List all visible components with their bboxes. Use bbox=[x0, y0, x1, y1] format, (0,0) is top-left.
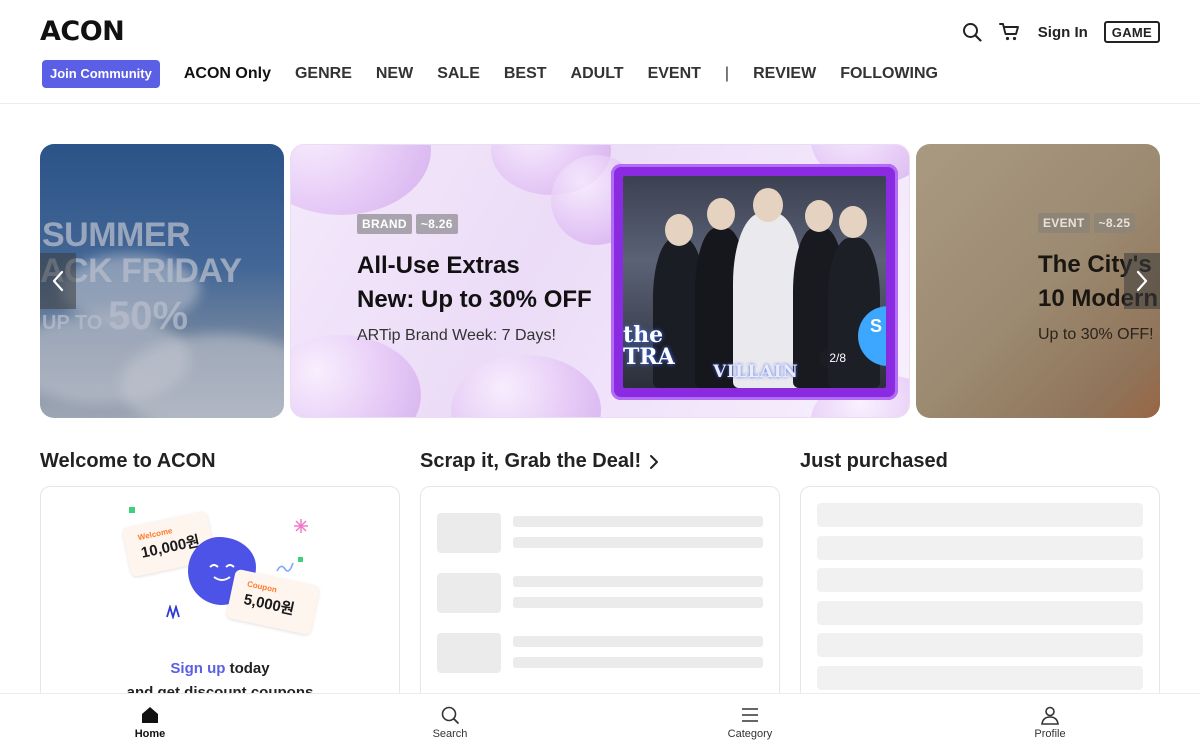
main-nav: Join Community ACON Only GENRE NEW SALE … bbox=[42, 60, 962, 88]
join-community-button[interactable]: Join Community bbox=[42, 60, 160, 88]
bottom-nav-search-label: Search bbox=[432, 728, 468, 740]
skeleton-row bbox=[437, 513, 763, 553]
skeleton-row bbox=[437, 573, 763, 613]
art-title: VILLAIN bbox=[713, 362, 799, 382]
loop-icon bbox=[276, 562, 294, 572]
nav-item-following[interactable]: FOLLOWING bbox=[840, 65, 938, 83]
skeleton-bar bbox=[817, 568, 1143, 592]
bottom-nav-home-label: Home bbox=[134, 728, 166, 740]
banner-next-tags: EVENT ~8.25 bbox=[1038, 213, 1136, 233]
cart-icon[interactable] bbox=[998, 20, 1022, 44]
bottom-nav-search[interactable]: Search bbox=[405, 704, 495, 740]
carousel-next-button[interactable] bbox=[1124, 253, 1160, 309]
skeleton-bar bbox=[817, 601, 1143, 625]
welcome-section-title: Welcome to ACON bbox=[40, 450, 216, 472]
acon-logo[interactable]: ACON bbox=[40, 17, 125, 47]
banner-slide-current[interactable]: BRAND ~8.26 All-Use Extras New: Up to 30… bbox=[290, 144, 910, 418]
confetti-green bbox=[129, 507, 135, 513]
bottom-nav-profile[interactable]: Profile bbox=[1005, 704, 1095, 740]
banner-tags: BRAND ~8.26 bbox=[357, 214, 458, 234]
bottom-nav-category-label: Category bbox=[727, 728, 773, 740]
bottom-nav-category[interactable]: Category bbox=[705, 704, 795, 740]
tag-brand: BRAND bbox=[357, 214, 412, 234]
menu-icon bbox=[742, 708, 758, 722]
sign-up-link[interactable]: Sign up bbox=[170, 660, 225, 677]
search-icon bbox=[441, 706, 459, 724]
user-icon bbox=[1041, 706, 1059, 725]
banner-subtitle: ARTip Brand Week: 7 Days! bbox=[357, 327, 556, 344]
search-icon[interactable] bbox=[960, 20, 984, 44]
header-actions: Sign In GAME bbox=[960, 18, 1160, 46]
tag-date: ~8.26 bbox=[415, 214, 458, 234]
skeleton-bar bbox=[817, 666, 1143, 690]
welcome-card[interactable]: Welcome 10,000원 Coupon 5,000원 Sign up to… bbox=[40, 486, 400, 716]
bottom-nav-profile-label: Profile bbox=[1034, 728, 1066, 740]
nav-separator: | bbox=[724, 65, 730, 82]
purchased-card bbox=[800, 486, 1160, 716]
chevron-right-icon bbox=[1136, 270, 1148, 292]
sign-in-link[interactable]: Sign In bbox=[1038, 24, 1088, 41]
sparkle-icon bbox=[294, 519, 308, 533]
nav-item-sale[interactable]: SALE bbox=[437, 65, 480, 83]
game-button[interactable]: GAME bbox=[1103, 21, 1160, 43]
banner-title: All-Use Extras New: Up to 30% OFF bbox=[357, 252, 592, 313]
nav-item-adult[interactable]: ADULT bbox=[571, 65, 624, 83]
nav-item-best[interactable]: BEST bbox=[504, 65, 547, 83]
skeleton-bar bbox=[817, 633, 1143, 657]
skeleton-row bbox=[437, 633, 763, 673]
bottom-nav-home[interactable]: Home bbox=[105, 704, 195, 740]
home-icon bbox=[142, 707, 158, 723]
bottom-nav: Home Search Category Profile bbox=[0, 693, 1200, 750]
nav-item-event[interactable]: EVENT bbox=[648, 65, 701, 83]
carousel-prev-button[interactable] bbox=[40, 253, 76, 309]
chevron-left-icon bbox=[52, 270, 64, 292]
slide-counter: 2/8 bbox=[819, 348, 856, 368]
nav-item-acon-only[interactable]: ACON Only bbox=[184, 65, 271, 83]
confetti-green-2 bbox=[298, 557, 303, 562]
tag-date-next: ~8.25 bbox=[1093, 213, 1136, 233]
site-header: ACON Sign In GAME Join Community ACON On… bbox=[0, 0, 1200, 104]
nav-item-review[interactable]: REVIEW bbox=[753, 65, 816, 83]
squiggle-icon bbox=[166, 605, 180, 619]
nav-item-genre[interactable]: GENRE bbox=[295, 65, 352, 83]
tag-event: EVENT bbox=[1038, 213, 1090, 233]
skeleton-bar bbox=[817, 536, 1143, 560]
scrap-card bbox=[420, 486, 780, 716]
scrap-section-title[interactable]: Scrap it, Grab the Deal! bbox=[420, 450, 659, 473]
banner-next-subtitle: Up to 30% OFF! bbox=[1038, 326, 1154, 343]
coupon-illustration: Welcome 10,000원 Coupon 5,000원 bbox=[121, 501, 321, 637]
chevron-right-icon bbox=[650, 454, 659, 469]
art-left-text: the TRA bbox=[623, 322, 675, 370]
skeleton-bar bbox=[817, 503, 1143, 527]
purchased-section-title: Just purchased bbox=[800, 450, 948, 472]
banner-carousel: SUMMER ACK FRIDAY UP TO 50% BRAND ~8.26 … bbox=[0, 144, 1200, 418]
banner-slide-prev[interactable]: SUMMER ACK FRIDAY UP TO 50% bbox=[40, 144, 284, 418]
banner-artwork: the TRA S VILLAIN 2/8 bbox=[611, 164, 898, 400]
nav-item-new[interactable]: NEW bbox=[376, 65, 413, 83]
